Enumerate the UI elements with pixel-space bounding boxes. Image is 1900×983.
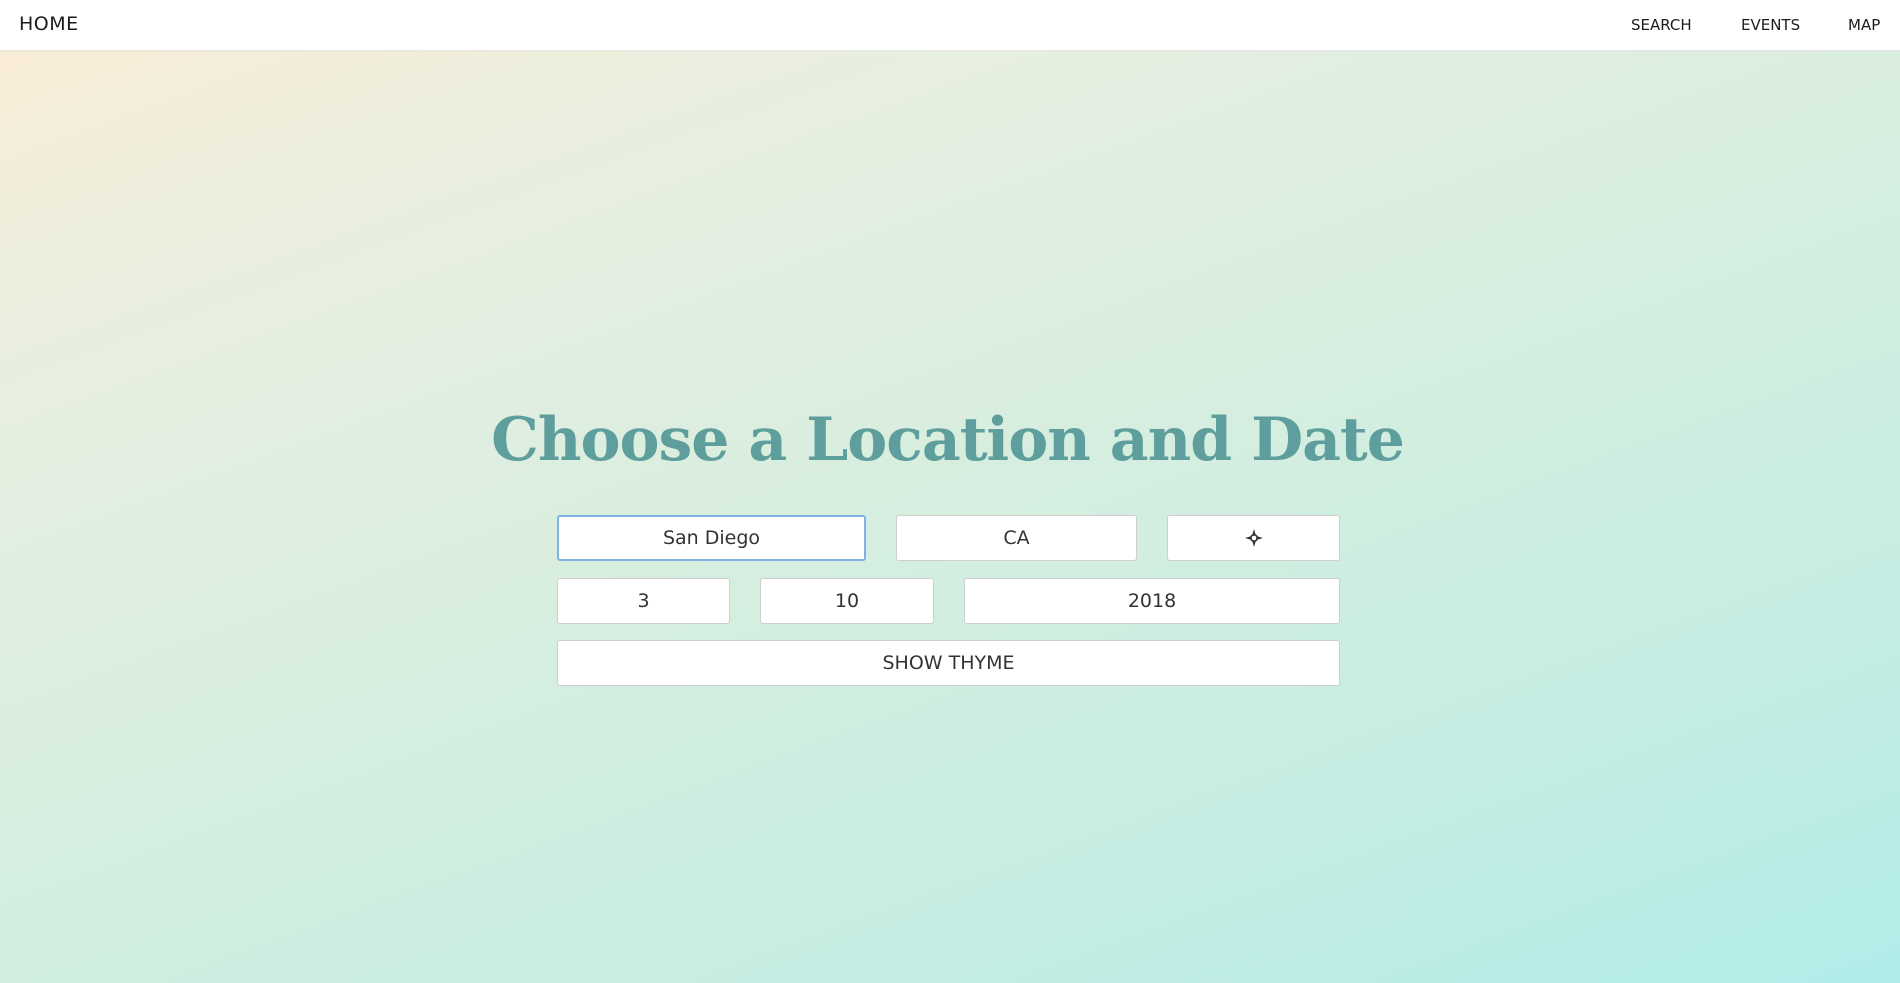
- nav-home-link[interactable]: HOME: [19, 13, 79, 35]
- day-input[interactable]: [760, 578, 934, 624]
- show-thyme-button[interactable]: SHOW THYME: [557, 640, 1340, 686]
- state-input[interactable]: [896, 515, 1137, 561]
- year-input[interactable]: [964, 578, 1340, 624]
- page-title: Choose a Location and Date: [491, 405, 1405, 475]
- nav-events-link[interactable]: EVENTS: [1741, 16, 1800, 34]
- locate-button[interactable]: [1167, 515, 1340, 561]
- crosshair-locate-icon: [1244, 529, 1263, 547]
- page: HOME SEARCH EVENTS MAP Choose a Location…: [0, 0, 1900, 983]
- city-input[interactable]: [557, 515, 866, 561]
- month-input[interactable]: [557, 578, 730, 624]
- top-navbar: HOME SEARCH EVENTS MAP: [0, 0, 1900, 51]
- nav-map-link[interactable]: MAP: [1848, 16, 1880, 34]
- nav-search-link[interactable]: SEARCH: [1631, 16, 1692, 34]
